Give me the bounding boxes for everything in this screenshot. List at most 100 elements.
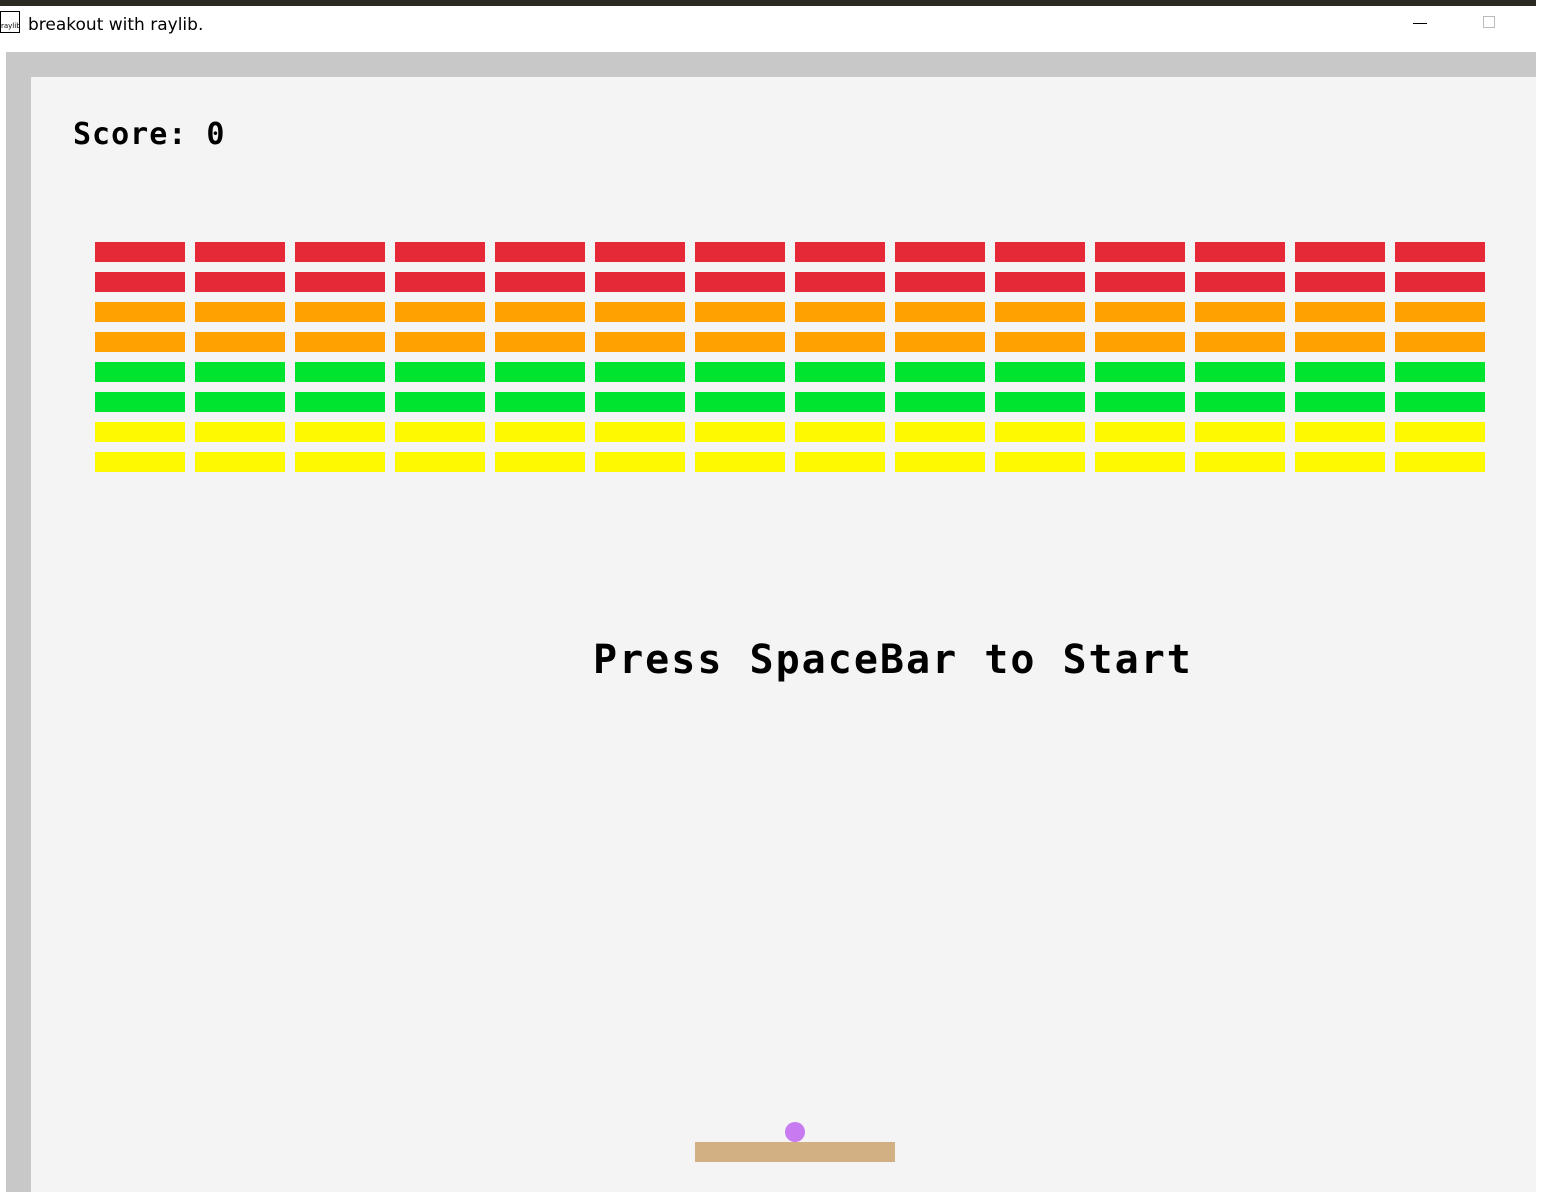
brick-green [1395,392,1485,412]
brick-orange [295,332,385,352]
brick-red [1295,242,1385,262]
brick-yellow [95,422,185,442]
brick-yellow [995,452,1085,472]
brick-red [95,242,185,262]
brick-red [795,272,885,292]
brick-green [195,362,285,382]
brick-orange [1295,302,1385,322]
brick-green [695,362,785,382]
brick-red [1095,272,1185,292]
brick-yellow [595,452,685,472]
brick-red [1295,272,1385,292]
brick-red [1395,242,1485,262]
brick-orange [1195,302,1285,322]
brick-yellow [1195,422,1285,442]
brick-green [295,392,385,412]
brick-green [1295,392,1385,412]
brick-orange [95,332,185,352]
brick-green [395,362,485,382]
brick-yellow [795,452,885,472]
brick-red [895,272,985,292]
brick-orange [895,332,985,352]
game-canvas[interactable]: Score: 0 Press SpaceBar to Start [31,77,1536,1192]
brick-green [295,362,385,382]
brick-red [95,272,185,292]
ball [785,1122,805,1142]
brick-green [495,362,585,382]
brick-yellow [995,422,1085,442]
brick-orange [1395,332,1485,352]
brick-orange [695,332,785,352]
brick-green [895,362,985,382]
brick-yellow [895,422,985,442]
brick-yellow [1295,452,1385,472]
brick-orange [1095,332,1185,352]
brick-orange [995,302,1085,322]
brick-green [1095,362,1185,382]
brick-yellow [395,452,485,472]
title-bar[interactable]: raylib breakout with raylib. [0,6,1536,44]
brick-green [1195,392,1285,412]
brick-yellow [195,452,285,472]
brick-orange [795,302,885,322]
brick-red [595,242,685,262]
score-label: Score: 0 [73,117,226,152]
brick-orange [95,302,185,322]
brick-green [495,392,585,412]
brick-red [495,272,585,292]
brick-green [795,362,885,382]
brick-green [695,392,785,412]
brick-green [1395,362,1485,382]
brick-green [595,362,685,382]
raylib-app-icon: raylib [0,11,20,33]
brick-yellow [195,422,285,442]
brick-orange [995,332,1085,352]
paddle [695,1142,895,1162]
brick-red [595,272,685,292]
brick-yellow [395,422,485,442]
brick-yellow [95,452,185,472]
brick-orange [295,302,385,322]
brick-green [1295,362,1385,382]
brick-red [695,242,785,262]
brick-green [995,362,1085,382]
brick-orange [1295,332,1385,352]
brick-orange [1195,332,1285,352]
brick-red [1195,272,1285,292]
brick-yellow [595,422,685,442]
brick-orange [1395,302,1485,322]
brick-orange [195,302,285,322]
brick-orange [495,332,585,352]
brick-red [1195,242,1285,262]
brick-yellow [1395,452,1485,472]
brick-red [1095,242,1185,262]
brick-yellow [495,452,585,472]
brick-red [295,242,385,262]
brick-orange [695,302,785,322]
brick-red [895,242,985,262]
brick-orange [595,332,685,352]
brick-red [495,242,585,262]
brick-green [595,392,685,412]
brick-red [395,242,485,262]
brick-red [195,272,285,292]
brick-red [295,272,385,292]
brick-orange [495,302,585,322]
brick-yellow [1095,422,1185,442]
maximize-button[interactable] [1472,6,1508,40]
window-title: breakout with raylib. [28,15,204,35]
minimize-button[interactable] [1402,6,1438,40]
brick-green [895,392,985,412]
brick-yellow [1095,452,1185,472]
brick-red [995,242,1085,262]
brick-red [195,242,285,262]
start-prompt: Press SpaceBar to Start [593,637,1193,683]
brick-green [95,392,185,412]
brick-orange [1095,302,1185,322]
brick-green [395,392,485,412]
brick-green [1195,362,1285,382]
brick-red [695,272,785,292]
brick-orange [795,332,885,352]
brick-yellow [695,452,785,472]
brick-orange [195,332,285,352]
